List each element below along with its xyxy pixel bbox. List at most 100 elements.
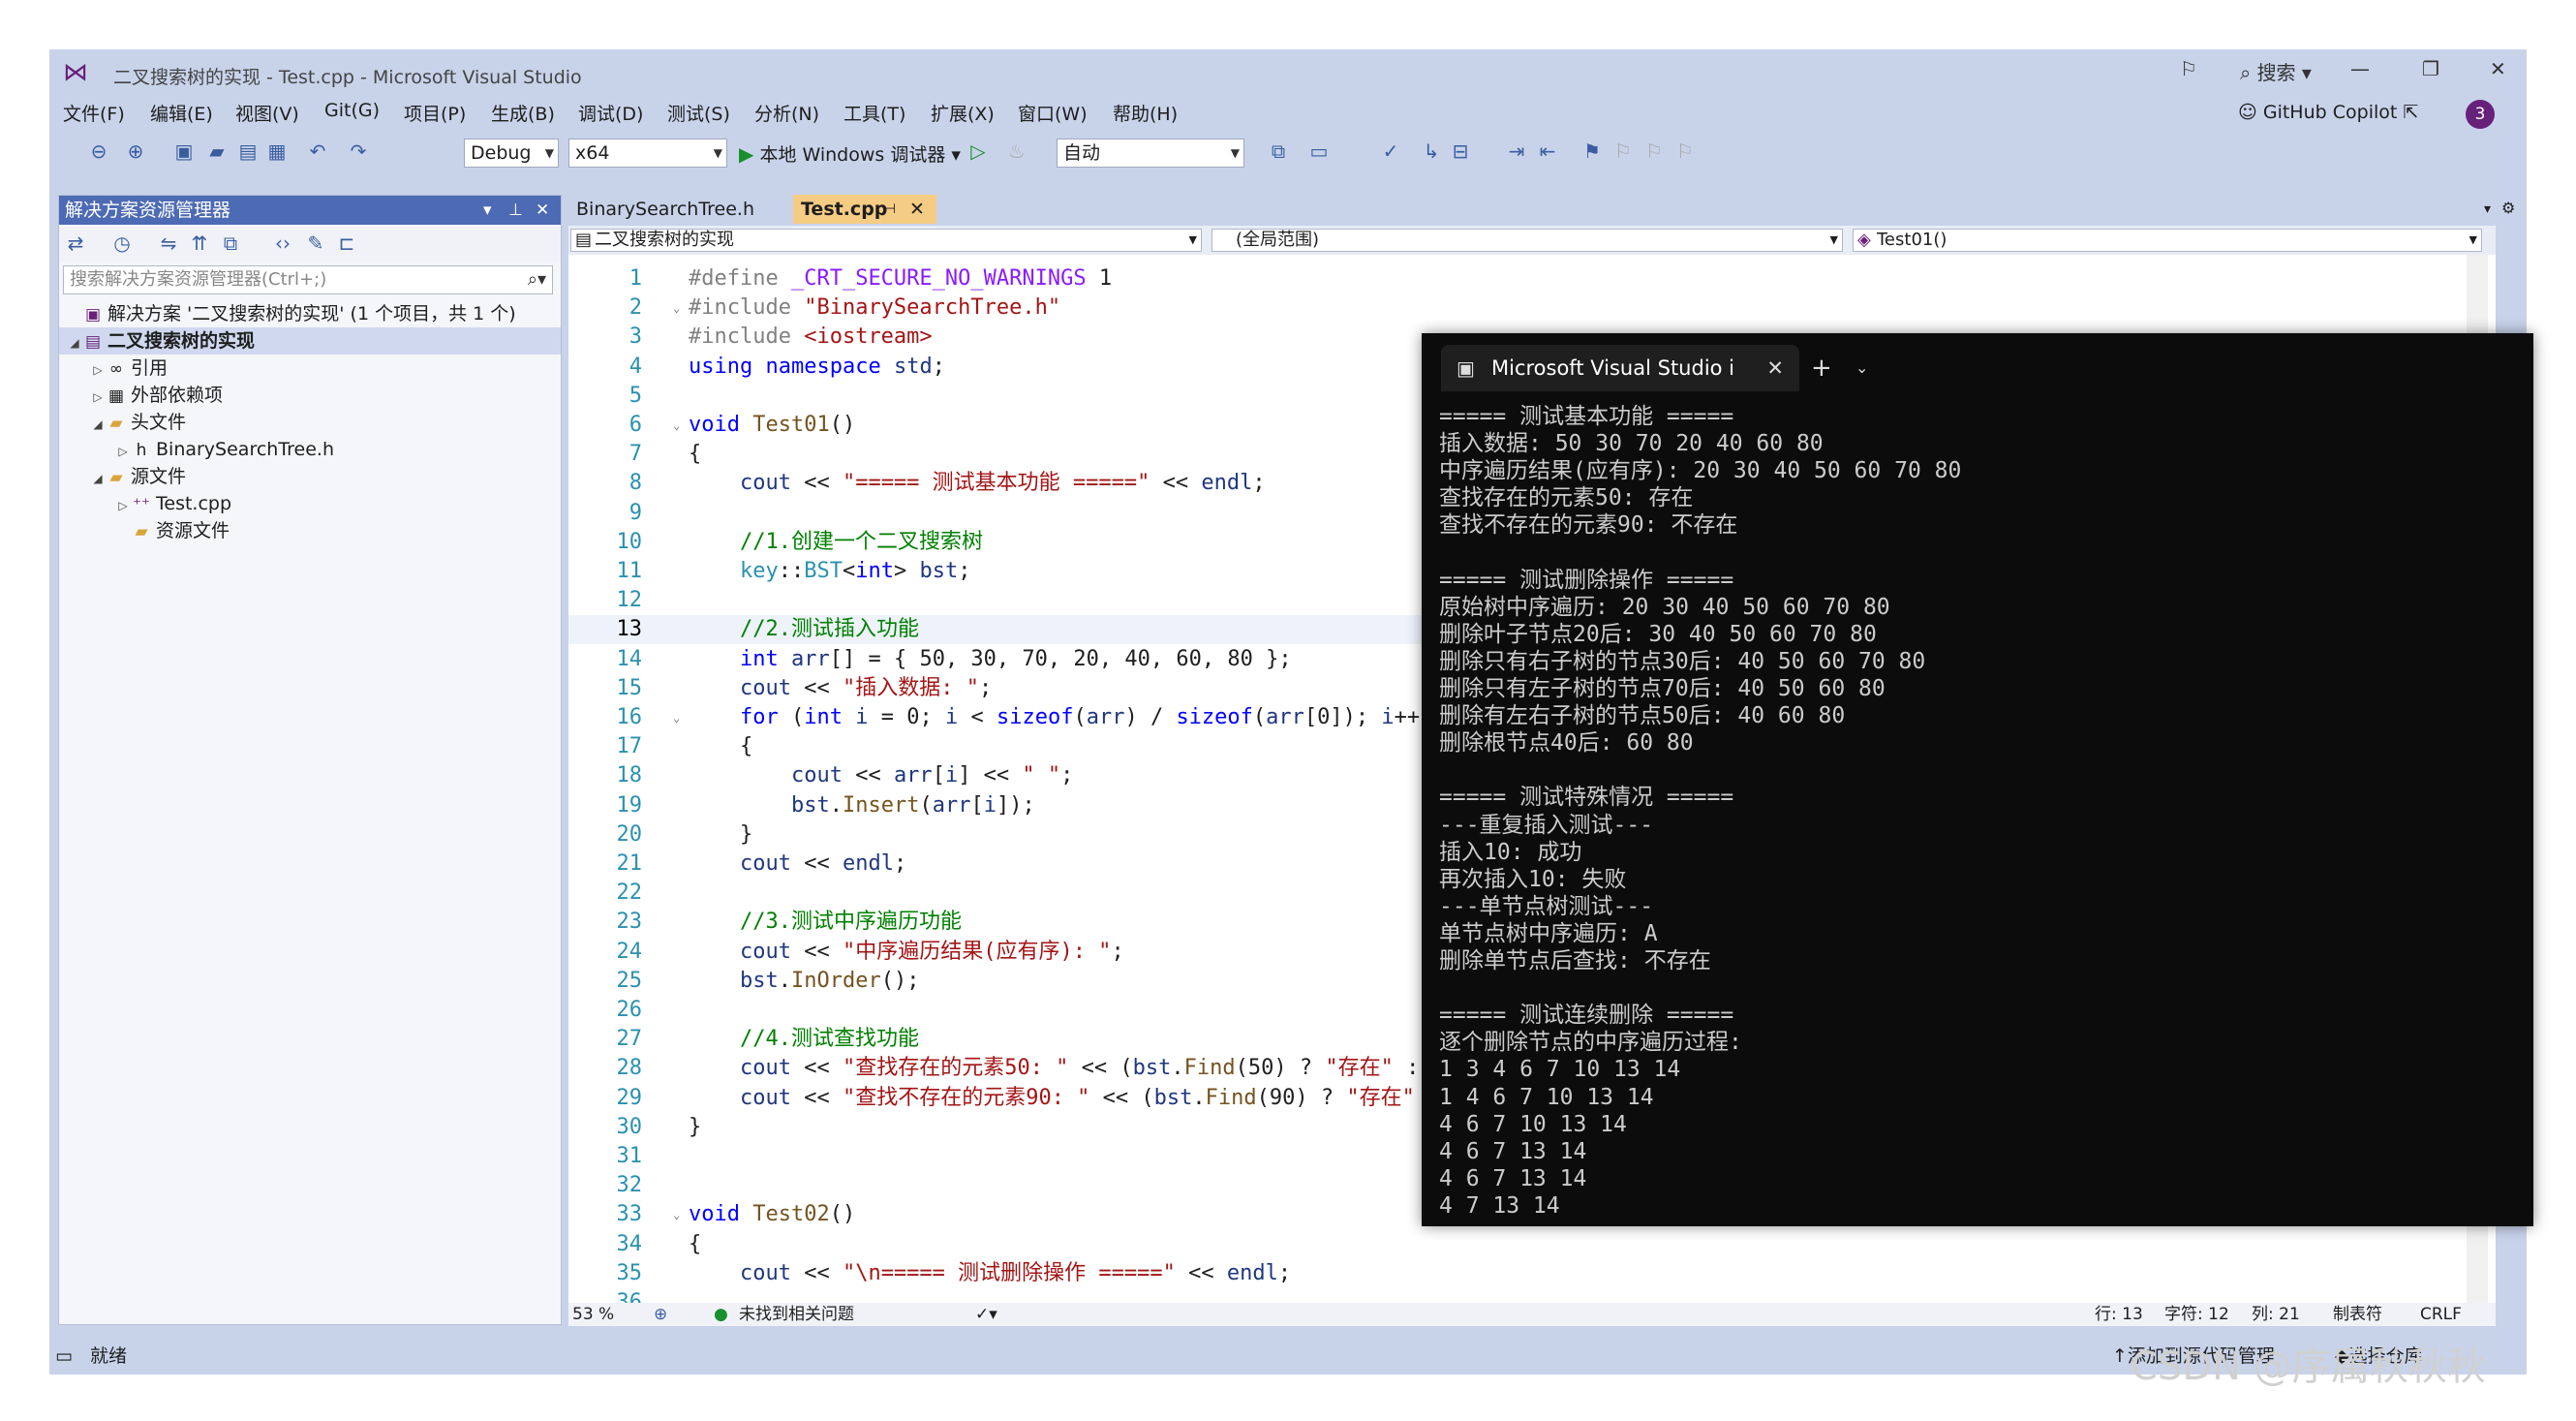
console-tab[interactable]: ▣ Microsoft Visual Studio i ✕ <box>1441 345 1799 391</box>
comment-icon[interactable]: ⊟ <box>1448 139 1473 164</box>
save-all-icon[interactable]: ▦ <box>264 139 290 164</box>
notification-badge[interactable]: 3 <box>2466 100 2495 129</box>
output-icon[interactable]: ▭ <box>55 1339 73 1375</box>
solution-config-select[interactable]: 自动 ▼ <box>1057 139 1244 168</box>
fold-icon[interactable]: ⌄ <box>673 1200 680 1229</box>
view-code-icon[interactable]: ‹› <box>270 231 295 256</box>
menu-tools[interactable]: 工具(T) <box>843 100 905 126</box>
tree-item-header-files[interactable]: ◢ ▰ 头文件 <box>59 409 561 436</box>
tree-item-test-cpp[interactable]: ▷ ⁺⁺ Test.cpp <box>59 490 561 517</box>
show-all-files-icon[interactable]: ⧉ <box>218 231 243 256</box>
outdent-icon[interactable]: ⇤ <box>1535 139 1560 164</box>
cleanup-icon[interactable]: ✓▾ <box>975 1303 997 1326</box>
hot-reload-icon[interactable]: ♨ <box>1004 139 1029 164</box>
issues-label[interactable]: 未找到相关问题 <box>739 1303 854 1326</box>
restore-button[interactable]: ❐ <box>2422 57 2439 80</box>
feedback-icon[interactable]: ⚐ <box>2180 57 2197 80</box>
tree-item-resource-files[interactable]: ▰ 资源文件 <box>59 517 561 544</box>
close-window-button[interactable]: ✕ <box>2490 57 2506 80</box>
pin-icon[interactable]: ⊥ <box>508 196 523 225</box>
menu-build[interactable]: 生成(B) <box>491 100 555 126</box>
tree-item-project[interactable]: ◢ ▤ 二叉搜索树的实现 <box>59 327 561 355</box>
code-line[interactable]: 34 { <box>568 1230 2496 1259</box>
close-tab-icon[interactable]: ✕ <box>909 195 925 224</box>
code-line[interactable]: 1 #define _CRT_SECURE_NO_WARNINGS 1 <box>568 264 2496 293</box>
col-indicator[interactable]: 列: 21 <box>2252 1303 2300 1326</box>
menu-window[interactable]: 窗口(W) <box>1018 100 1088 126</box>
start-debugging-button[interactable]: ▶ 本地 Windows 调试器 ▾ <box>739 140 961 167</box>
console-window[interactable]: ▣ Microsoft Visual Studio i ✕ + ⌄ ===== … <box>1422 333 2533 1226</box>
menu-help[interactable]: 帮助(H) <box>1113 100 1178 126</box>
tabs-indicator[interactable]: 制表符 <box>2333 1303 2382 1326</box>
code-line[interactable]: 35 cout << "\n===== 测试删除操作 =====" << end… <box>568 1259 2496 1288</box>
member-nav-select[interactable]: ◈ Test01() ▼ <box>1853 229 2482 252</box>
menu-view[interactable]: 视图(V) <box>235 100 299 126</box>
next-bookmark-icon[interactable]: ⚐ <box>1641 139 1667 164</box>
search-button[interactable]: ⌕ 搜索 ▾ <box>2240 57 2312 85</box>
solution-search-input[interactable]: 搜索解决方案资源管理器(Ctrl+;) ⌕▾ <box>63 265 553 294</box>
spell-check-icon[interactable]: ✓ <box>1378 139 1403 164</box>
code-line[interactable]: 2 ⌄ #include "BinarySearchTree.h" <box>568 293 2496 323</box>
minimize-button[interactable]: — <box>2350 57 2370 80</box>
start-without-debugging-icon[interactable]: ▷ <box>966 139 991 164</box>
fold-icon[interactable]: ⌄ <box>673 293 680 323</box>
tree-item-bst-header[interactable]: ▷ h BinarySearchTree.h <box>59 436 561 463</box>
save-icon[interactable]: ▤ <box>235 139 261 164</box>
zoom-level[interactable]: 53 % <box>572 1303 614 1326</box>
step-icon[interactable]: ↳ <box>1419 139 1444 164</box>
sync-icon[interactable]: ⇋ <box>156 231 181 256</box>
properties-icon[interactable]: ✎ <box>303 231 328 256</box>
add-to-source-control-button[interactable]: ↑ 添加到源代码管理 <box>2112 1339 2275 1375</box>
menu-extensions[interactable]: 扩展(X) <box>931 100 995 126</box>
line-indicator[interactable]: 行: 13 <box>2095 1303 2143 1326</box>
menu-project[interactable]: 项目(P) <box>404 100 466 126</box>
browse-icon[interactable]: ⧉ <box>1266 139 1291 164</box>
clear-bookmark-icon[interactable]: ⚐ <box>1672 139 1698 164</box>
history-icon[interactable]: ◷ <box>109 231 135 256</box>
chevron-down-icon[interactable]: ⌄ <box>1855 345 1868 391</box>
menu-analyze[interactable]: 分析(N) <box>754 100 819 126</box>
menu-file[interactable]: 文件(F) <box>63 100 125 126</box>
code-text: #include <iostream> <box>689 324 933 350</box>
tree-item-references[interactable]: ▷ ∞ 引用 <box>59 355 561 382</box>
tab-binarysearchtree-h[interactable]: BinarySearchTree.h <box>568 195 791 224</box>
open-folder-icon[interactable]: ▰ <box>204 139 230 164</box>
menu-test[interactable]: 测试(S) <box>667 100 730 126</box>
close-tab-icon[interactable]: ✕ <box>1766 345 1784 391</box>
fold-icon[interactable]: ⌄ <box>673 703 680 732</box>
tree-item-solution[interactable]: ▣ 解决方案 '二叉搜索树的实现' (1 个项目，共 1 个) <box>59 300 561 327</box>
switch-view-icon[interactable]: ⇄ <box>63 231 88 256</box>
fold-icon[interactable]: ⌄ <box>673 411 680 440</box>
configuration-select[interactable]: Debug ▼ <box>464 139 559 168</box>
menu-git[interactable]: Git(G) <box>324 100 380 121</box>
pin-tab-icon[interactable]: ⊣ <box>884 195 896 224</box>
preview-icon[interactable]: ⊏ <box>334 231 359 256</box>
project-nav-select[interactable]: ▤ 二叉搜索树的实现 ▼ <box>570 229 1202 252</box>
platform-select[interactable]: x64 ▼ <box>568 139 727 168</box>
redo-icon[interactable]: ↷ <box>346 139 371 164</box>
tree-item-external-deps[interactable]: ▷ ▦ 外部依赖项 <box>59 382 561 409</box>
tree-item-source-files[interactable]: ◢ ▰ 源文件 <box>59 463 561 490</box>
menu-debug[interactable]: 调试(D) <box>578 100 643 126</box>
indent-icon[interactable]: ⇥ <box>1504 139 1529 164</box>
intellicode-icon[interactable]: ⊕ <box>654 1303 667 1326</box>
new-tab-icon[interactable]: + <box>1811 345 1832 391</box>
char-indicator[interactable]: 字符: 12 <box>2164 1303 2229 1326</box>
scope-nav-select[interactable]: (全局范围) ▼ <box>1211 229 1843 252</box>
menu-edit[interactable]: 编辑(E) <box>150 100 213 126</box>
layout-icon[interactable]: ▭ <box>1306 139 1332 164</box>
properties-icon[interactable]: ⚙ <box>2501 199 2515 217</box>
close-panel-icon[interactable]: ✕ <box>536 196 549 225</box>
tab-test-cpp[interactable]: Test.cpp ⊣ ✕ <box>793 195 936 224</box>
panel-menu-icon[interactable]: ▾ <box>483 196 492 225</box>
back-icon[interactable]: ⊖ <box>86 139 111 164</box>
bookmark-icon[interactable]: ⚑ <box>1579 139 1605 164</box>
code-line[interactable]: 36 <box>568 1288 2496 1303</box>
eol-indicator[interactable]: CRLF <box>2420 1303 2462 1326</box>
collapse-all-icon[interactable]: ⇈ <box>187 231 212 256</box>
github-copilot-button[interactable]: ☺ GitHub Copilot ⇱ <box>2238 102 2418 123</box>
prev-bookmark-icon[interactable]: ⚐ <box>1610 139 1636 164</box>
forward-icon[interactable]: ⊕ <box>123 139 148 164</box>
new-project-icon[interactable]: ▣ <box>171 139 197 164</box>
undo-icon[interactable]: ↶ <box>305 139 330 164</box>
